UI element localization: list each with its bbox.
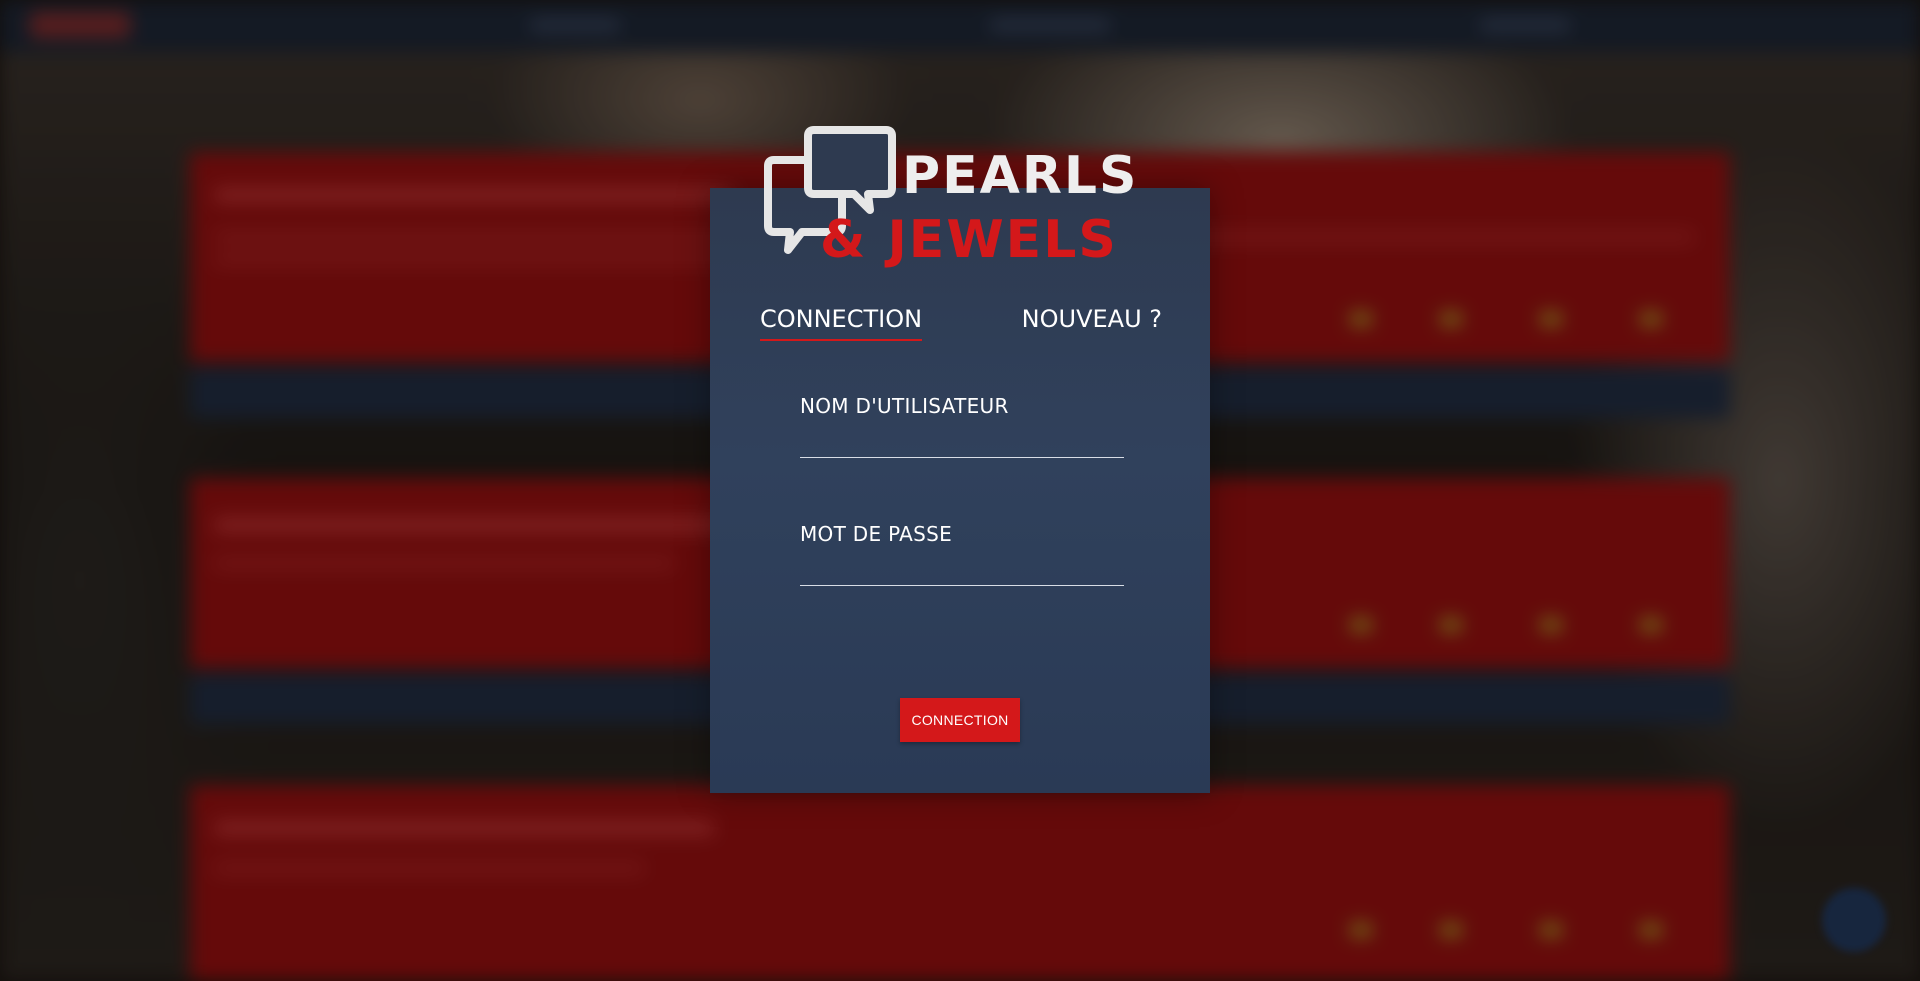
tab-new-account[interactable]: NOUVEAU ? [1022, 305, 1162, 333]
brand-name-line1: PEARLS [902, 146, 1139, 206]
tab-connection[interactable]: CONNECTION [760, 305, 923, 341]
password-input[interactable] [800, 556, 1124, 586]
password-label: MOT DE PASSE [800, 522, 953, 546]
username-label: NOM D'UTILISATEUR [800, 394, 1009, 418]
username-field-group: NOM D'UTILISATEUR [800, 394, 1124, 458]
password-field-group: MOT DE PASSE [800, 522, 1124, 586]
brand-logo: PEARLS & JEWELS [762, 126, 1162, 266]
auth-tabs: CONNECTION NOUVEAU ? [760, 305, 1162, 345]
brand-name-line2: & JEWELS [820, 210, 1118, 270]
connection-button[interactable]: CONNECTION [900, 698, 1020, 742]
username-input[interactable] [800, 428, 1124, 458]
